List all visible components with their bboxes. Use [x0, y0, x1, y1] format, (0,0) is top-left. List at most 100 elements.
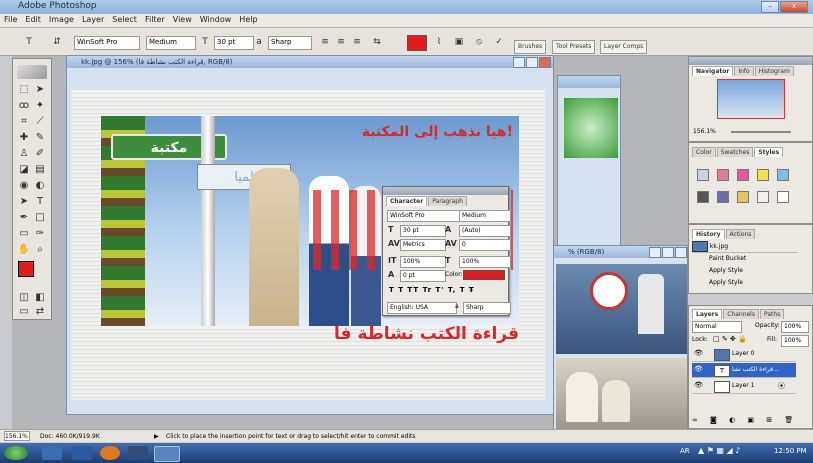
history-item[interactable]: Apply Style [709, 279, 743, 286]
type-tool-icon[interactable]: T [22, 35, 36, 49]
char-leading[interactable]: (Auto) [459, 225, 511, 237]
history-brush-icon[interactable]: ✐ [33, 147, 47, 161]
doc-main-maximize[interactable] [526, 57, 538, 68]
style-buttons[interactable]: T T TT Tr T' T, T Ŧ [389, 286, 475, 294]
char-tracking[interactable]: 0 [459, 239, 511, 251]
layers-tab[interactable]: Layers [692, 309, 723, 319]
start-button[interactable] [4, 446, 28, 460]
clock[interactable]: 12:50 PM [774, 447, 807, 455]
taskbar-app-icon[interactable] [128, 446, 148, 460]
lasso-tool-icon[interactable]: ꝏ [17, 99, 31, 113]
tool-presets-tab[interactable]: Tool Presets [552, 40, 596, 54]
taskbar-photoshop-icon[interactable] [154, 446, 180, 462]
paragraph-tab[interactable]: Paragraph [428, 196, 467, 206]
style-swatch[interactable] [777, 169, 789, 181]
layer-row[interactable]: 👁 Layer 1 ⦿ [692, 379, 796, 394]
taskbar-browser-icon[interactable] [100, 446, 120, 460]
pen-tool-icon[interactable]: ✒ [17, 211, 31, 225]
zoom-tool-icon[interactable]: ⌕ [33, 243, 47, 257]
doc-main-minimize[interactable] [513, 57, 525, 68]
align-right-icon[interactable]: ≡ [350, 35, 364, 49]
clone-stamp-icon[interactable]: ♙ [17, 147, 31, 161]
brush-tool-icon[interactable]: ✎ [33, 131, 47, 145]
style-swatch[interactable] [697, 191, 709, 203]
standard-mode-icon[interactable]: ◧ [33, 291, 47, 305]
blur-tool-icon[interactable]: ◉ [17, 179, 31, 193]
menu-filter[interactable]: Filter [141, 14, 169, 25]
doc-right-maximize[interactable] [662, 247, 674, 258]
close-button[interactable]: x [780, 1, 808, 13]
history-tab[interactable]: History [692, 229, 725, 239]
language-indicator[interactable]: AR [680, 447, 690, 455]
channels-tab[interactable]: Channels [723, 309, 759, 319]
align-left-icon[interactable]: ≡ [318, 35, 332, 49]
visibility-eye-icon[interactable]: 👁 [694, 349, 703, 358]
slice-tool-icon[interactable]: ⟋ [33, 115, 47, 129]
doc-right-minimize[interactable] [649, 247, 661, 258]
visibility-eye-icon[interactable]: 👁 [694, 381, 703, 390]
paths-tab[interactable]: Paths [759, 309, 785, 319]
visibility-eye-icon[interactable]: 👁 [694, 365, 703, 374]
char-kerning[interactable]: Metrics [400, 239, 446, 251]
path-select-icon[interactable]: ➤ [17, 195, 31, 209]
taskbar-media-icon[interactable] [72, 446, 92, 460]
history-snapshot[interactable]: kk.jpg [692, 241, 798, 253]
quick-mask-icon[interactable]: ◫ [17, 291, 31, 305]
doc-window-right[interactable]: % (RGB/8) [553, 245, 688, 433]
layers-footer-icons[interactable]: ∞ ◙ ◐ ▣ ⊞ 🗑 [692, 416, 810, 426]
navigator-thumbnail[interactable] [717, 79, 785, 119]
char-font-family[interactable]: WinSoft Pro [387, 210, 461, 222]
char-baseline-shift[interactable]: 0 pt [400, 270, 446, 282]
char-antialias[interactable]: Sharp [463, 302, 511, 314]
healing-brush-icon[interactable]: ✚ [17, 131, 31, 145]
commit-edit-icon[interactable]: ✓ [492, 35, 506, 49]
color-tab[interactable]: Color [692, 147, 716, 157]
status-arrow-icon[interactable]: ▶ [154, 430, 159, 443]
style-swatch[interactable] [697, 169, 709, 181]
char-vertical-scale[interactable]: 100% [400, 256, 446, 268]
menu-edit[interactable]: Edit [21, 14, 45, 25]
dodge-tool-icon[interactable]: ◐ [33, 179, 47, 193]
screen-mode-icon[interactable]: ▭ [17, 305, 31, 319]
layer-row-selected[interactable]: 👁 T قراءة الكتب نشا... [692, 363, 796, 378]
text-color-swatch[interactable] [407, 35, 427, 51]
status-zoom[interactable]: 156.1% [4, 431, 30, 441]
char-horizontal-scale[interactable]: 100% [459, 256, 511, 268]
shape-tool-icon[interactable]: □ [33, 211, 47, 225]
taskbar-explorer-icon[interactable] [42, 446, 62, 460]
hand-tool-icon[interactable]: ✋ [17, 243, 31, 257]
palettes-icon[interactable]: ▣ [452, 35, 466, 49]
style-swatch[interactable] [717, 191, 729, 203]
antialias-select[interactable]: Sharp [268, 36, 312, 50]
navigator-zoom-slider[interactable] [731, 131, 791, 133]
opacity-field[interactable]: 100% [781, 321, 809, 333]
doc-right-close[interactable] [675, 247, 687, 258]
menu-layer[interactable]: Layer [78, 14, 108, 25]
menu-view[interactable]: View [169, 14, 196, 25]
layer-effects-icon[interactable]: ⦿ [778, 379, 785, 393]
gradient-tool-icon[interactable]: ▤ [33, 163, 47, 177]
tray-icons[interactable]: ▲ ⚑ ▦ ◢ ♪ [698, 446, 740, 455]
info-tab[interactable]: Info [734, 66, 754, 76]
style-swatch[interactable] [717, 169, 729, 181]
eraser-icon[interactable]: ◪ [17, 163, 31, 177]
histogram-tab[interactable]: Histogram [754, 66, 794, 76]
crop-tool-icon[interactable]: ⌗ [17, 115, 31, 129]
menu-help[interactable]: Help [235, 14, 261, 25]
minimize-button[interactable]: – [761, 1, 779, 13]
layer-row[interactable]: 👁 Layer 0 [692, 347, 796, 362]
char-font-size[interactable]: 30 pt [400, 225, 446, 237]
notes-tool-icon[interactable]: ▭ [17, 227, 31, 241]
style-swatch[interactable] [737, 169, 749, 181]
history-item[interactable]: Paint Bucket [709, 255, 746, 262]
styles-tab[interactable]: Styles [754, 147, 784, 157]
history-item[interactable]: Apply Style [709, 267, 743, 274]
align-center-icon[interactable]: ≡ [334, 35, 348, 49]
fill-field[interactable]: 100% [781, 335, 809, 347]
character-tab[interactable]: Character [386, 196, 428, 206]
font-family-select[interactable]: WinSoft Pro [74, 36, 140, 50]
move-tool-icon[interactable]: ➤ [33, 83, 47, 97]
char-color-swatch[interactable] [463, 270, 505, 280]
style-swatch[interactable] [777, 191, 789, 203]
menu-image[interactable]: Image [45, 14, 78, 25]
